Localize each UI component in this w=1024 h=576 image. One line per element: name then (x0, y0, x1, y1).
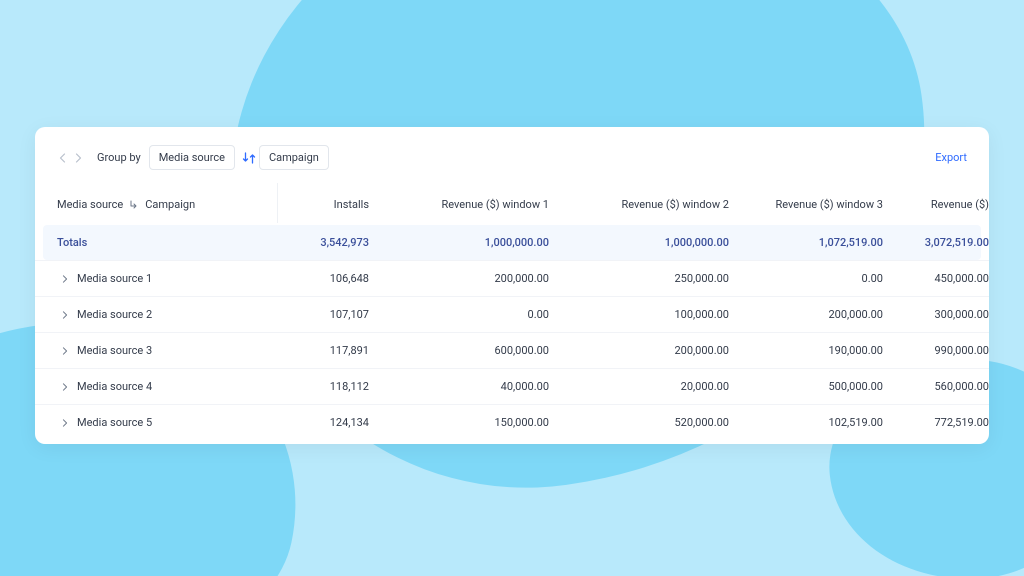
expand-row-icon[interactable] (61, 311, 69, 319)
expand-row-icon[interactable] (61, 419, 69, 427)
row-rev: 990,000.00 (901, 344, 1011, 357)
expand-row-icon[interactable] (61, 383, 69, 391)
expand-row-icon[interactable] (61, 275, 69, 283)
row-rev-w3: 0.00 (747, 272, 901, 285)
row-rev-w3: 200,000.00 (747, 308, 901, 321)
groupby-chip-media-source[interactable]: Media source (149, 145, 235, 170)
export-button[interactable]: Export (935, 151, 967, 164)
table-row: Media source 5 124,134 150,000.00 520,00… (35, 404, 989, 440)
hierarchy-down-icon (129, 200, 139, 210)
col-header-text: Media source (57, 198, 123, 211)
row-rev: 450,000.00 (901, 272, 1011, 285)
row-rev-w2: 200,000.00 (567, 344, 747, 357)
table-row: Media source 4 118,112 40,000.00 20,000.… (35, 368, 989, 404)
row-label: Media source 1 (77, 272, 152, 285)
col-header-rev-w2[interactable]: Revenue ($) window 2 (567, 198, 747, 211)
col-header-rev-w1[interactable]: Revenue ($) window 1 (387, 198, 567, 211)
row-rev-w1: 40,000.00 (387, 380, 567, 393)
col-header-rev-total[interactable]: Revenue ($) (901, 198, 1011, 211)
table-row: Media source 3 117,891 600,000.00 200,00… (35, 332, 989, 368)
swap-icon[interactable] (241, 150, 257, 166)
row-installs: 106,648 (257, 272, 387, 285)
row-label: Media source 3 (77, 344, 152, 357)
toolbar: Group by Media source Campaign Export (35, 127, 989, 186)
row-rev-w1: 600,000.00 (387, 344, 567, 357)
expand-row-icon[interactable] (61, 347, 69, 355)
row-rev-w2: 100,000.00 (567, 308, 747, 321)
table-row: Media source 1 106,648 200,000.00 250,00… (35, 260, 989, 296)
table-body: Totals 3,542,973 1,000,000.00 1,000,000.… (35, 225, 989, 440)
row-rev-w3: 102,519.00 (747, 416, 901, 429)
row-rev-w1: 150,000.00 (387, 416, 567, 429)
row-rev-w3: 500,000.00 (747, 380, 901, 393)
nav-forward-icon[interactable] (73, 153, 83, 163)
totals-rev: 3,072,519.00 (901, 236, 1011, 249)
row-label: Media source 5 (77, 416, 152, 429)
row-installs: 107,107 (257, 308, 387, 321)
chip-text: Campaign (269, 151, 319, 164)
row-rev: 560,000.00 (901, 380, 1011, 393)
nav-arrows (57, 153, 83, 163)
totals-installs: 3,542,973 (257, 236, 387, 249)
totals-label: Totals (57, 236, 257, 249)
nav-back-icon[interactable] (57, 153, 67, 163)
table-row: Media source 2 107,107 0.00 100,000.00 2… (35, 296, 989, 332)
groupby-chip-campaign[interactable]: Campaign (259, 145, 329, 170)
chip-text: Media source (159, 151, 225, 164)
row-rev: 772,519.00 (901, 416, 1011, 429)
row-label: Media source 4 (77, 380, 152, 393)
row-rev-w1: 0.00 (387, 308, 567, 321)
row-rev-w2: 250,000.00 (567, 272, 747, 285)
totals-row: Totals 3,542,973 1,000,000.00 1,000,000.… (43, 225, 981, 260)
row-rev: 300,000.00 (901, 308, 1011, 321)
data-table: Media source Campaign Installs Revenue (… (35, 186, 989, 440)
row-rev-w2: 20,000.00 (567, 380, 747, 393)
row-label: Media source 2 (77, 308, 152, 321)
row-rev-w2: 520,000.00 (567, 416, 747, 429)
row-rev-w1: 200,000.00 (387, 272, 567, 285)
table-header: Media source Campaign Installs Revenue (… (35, 186, 989, 225)
groupby-label: Group by (97, 151, 141, 164)
totals-rev-w2: 1,000,000.00 (567, 236, 747, 249)
col-header-text-b: Campaign (145, 198, 195, 211)
row-installs: 118,112 (257, 380, 387, 393)
col-header-grouping[interactable]: Media source Campaign (57, 198, 257, 211)
row-installs: 124,134 (257, 416, 387, 429)
report-card: Group by Media source Campaign Export Me… (35, 127, 989, 444)
totals-rev-w1: 1,000,000.00 (387, 236, 567, 249)
totals-rev-w3: 1,072,519.00 (747, 236, 901, 249)
row-installs: 117,891 (257, 344, 387, 357)
header-divider (277, 183, 278, 223)
row-rev-w3: 190,000.00 (747, 344, 901, 357)
col-header-rev-w3[interactable]: Revenue ($) window 3 (747, 198, 901, 211)
